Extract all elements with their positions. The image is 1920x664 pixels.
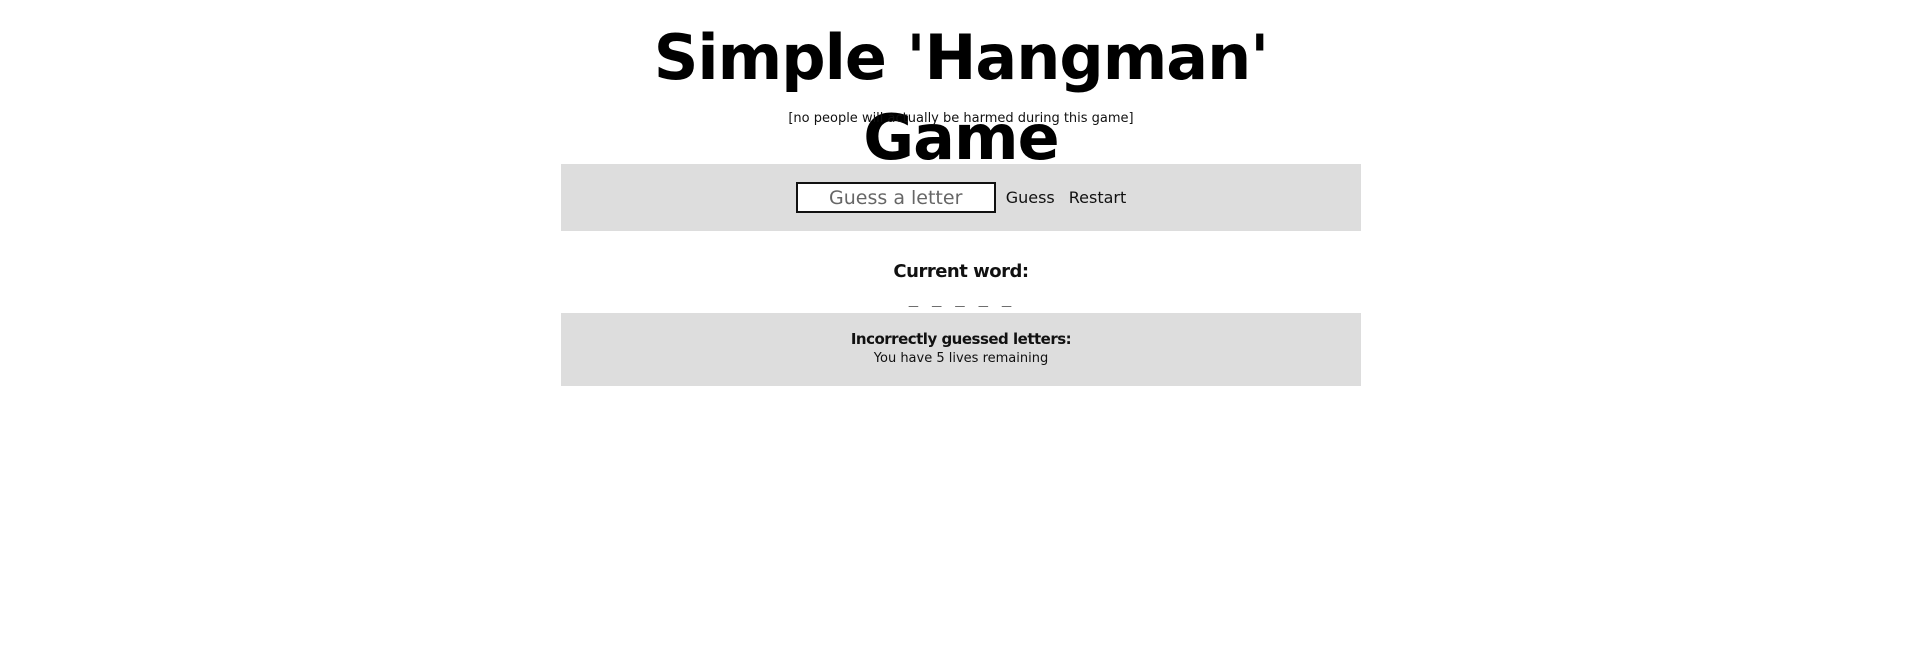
incorrect-letters-label: Incorrectly guessed letters: [850,330,1072,348]
game-container: Simple 'Hangman' Game [no people will ac… [561,0,1361,386]
guess-button[interactable]: Guess [1006,188,1055,207]
incorrect-letters-row: Incorrectly guessed letters: [561,329,1361,348]
current-word-section: Current word: _ _ _ _ _ [561,231,1361,313]
restart-button[interactable]: Restart [1069,188,1127,207]
lives-remaining: You have 5 lives remaining [873,351,1049,366]
page-title: Simple 'Hangman' Game [653,21,1270,174]
current-word-label: Current word: [893,261,1029,282]
current-word-display: _ _ _ _ _ [908,288,1014,307]
letter-input[interactable] [795,182,996,213]
incorrect-letters-panel: Incorrectly guessed letters: You have 5 … [561,313,1361,386]
